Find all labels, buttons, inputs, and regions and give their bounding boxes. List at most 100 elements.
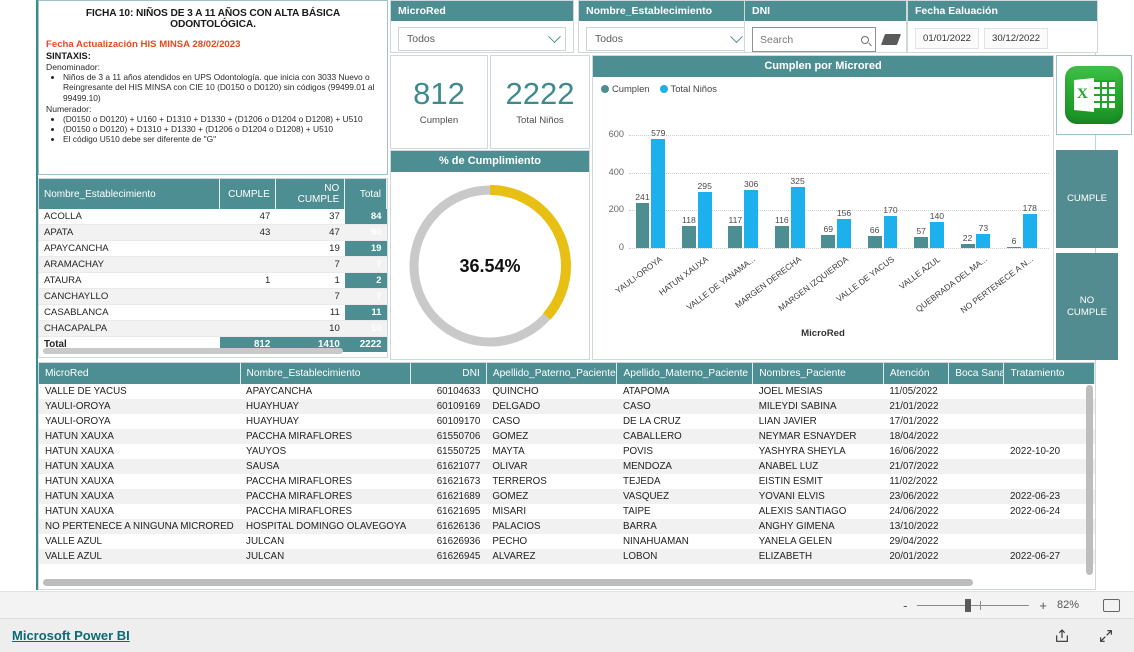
share-icon[interactable] xyxy=(1054,628,1070,644)
kpi-card-cumplen[interactable]: 812 Cumplen xyxy=(390,55,488,149)
column-header[interactable]: Nombres_Paciente xyxy=(752,363,884,384)
bar-total-niños[interactable] xyxy=(837,218,851,248)
zoom-out-button[interactable]: - xyxy=(903,598,907,613)
column-header[interactable]: Apellido_Paterno_Paciente xyxy=(486,363,618,384)
x-axis-tick-label: MARGEN DERECHA xyxy=(733,254,804,311)
table-row[interactable]: NO PERTENECE A NINGUNA MICRORED HOSPITAL … xyxy=(39,519,1095,534)
table-row[interactable]: VALLE AZUL JULCAN 61626945 ALVAREZ LOBON ELIZ… xyxy=(39,549,1095,564)
fullscreen-icon[interactable] xyxy=(1098,628,1114,644)
establecimiento-matrix[interactable]: Nombre_Establecimiento CUMPLE NO CUMPLE Tot… xyxy=(38,178,388,358)
column-header[interactable]: MicroRed xyxy=(39,363,241,384)
microred-dropdown[interactable]: Todos xyxy=(398,27,566,51)
table-row[interactable]: YAULI-OROYA HUAYHUAY 60109170 CASO DE LA CRU… xyxy=(39,414,1095,429)
zoom-slider[interactable] xyxy=(917,598,1030,612)
table-cell: 19 xyxy=(275,240,345,257)
table-cell: 16/06/2022 xyxy=(889,446,939,457)
column-header[interactable]: Nombre_Establecimiento xyxy=(240,363,412,384)
kpi-card-total-ninos[interactable]: 2222 Total Niños xyxy=(490,55,590,149)
table-row[interactable]: HATUN XAUXA PACCHA MIRAFLORES 61621695 MISA… xyxy=(39,504,1095,519)
bar-total-niños[interactable] xyxy=(1022,214,1037,248)
table-row[interactable]: HATUN XAUXA YAUYOS 61550725 MAYTA POVIS YASHY… xyxy=(39,444,1095,459)
filter-button-no-cumple[interactable]: NO CUMPLE xyxy=(1056,253,1118,360)
table-row[interactable]: CANCHAYLLO 7 7 xyxy=(39,288,387,305)
list-item: (D0150 o D0120) + U160 + D1310 + D1330 +… xyxy=(63,114,379,124)
bar-value-label: 579 xyxy=(651,127,666,138)
fecha-start-input[interactable]: 01/01/2022 xyxy=(915,28,980,49)
table-cell xyxy=(949,534,1004,549)
slicer-establecimiento-title: Nombre_Establecimiento xyxy=(579,1,755,21)
column-header[interactable]: Total xyxy=(344,179,387,209)
table-row[interactable]: ACOLLA 47 37 84 xyxy=(39,209,387,225)
bar-cumplen[interactable] xyxy=(821,235,836,248)
table-row[interactable]: CHACAPALPA 10 10 xyxy=(39,320,387,337)
dni-search-input[interactable]: Search xyxy=(752,27,876,52)
bar-total-niños[interactable] xyxy=(697,192,712,248)
establecimiento-dropdown[interactable]: Todos xyxy=(586,27,748,51)
table-row[interactable]: HATUN XAUXA PACCHA MIRAFLORES 61550706 GOME… xyxy=(39,429,1095,444)
column-header[interactable]: Nombre_Establecimiento xyxy=(39,179,221,209)
table-row[interactable]: APATA 43 47 90 xyxy=(39,224,387,241)
column-header[interactable]: NO CUMPLE xyxy=(275,179,346,209)
eraser-icon[interactable] xyxy=(880,34,902,45)
gridline xyxy=(629,172,1049,174)
table-row[interactable]: APAYCANCHA 19 19 xyxy=(39,240,387,257)
table-cell: 60109170 xyxy=(436,416,481,427)
bar-cumplen[interactable] xyxy=(728,225,743,248)
bar-cumplen[interactable] xyxy=(914,237,929,248)
slicer-microred[interactable]: MicroRed Todos xyxy=(390,0,574,53)
microred-value: Todos xyxy=(407,33,436,45)
table-cell: NINAHUAMAN xyxy=(622,536,689,547)
zoom-slider-thumb[interactable] xyxy=(965,598,972,612)
column-header[interactable]: Atención xyxy=(883,363,950,384)
bar-total-niños[interactable] xyxy=(883,215,898,248)
column-header[interactable]: CUMPLE xyxy=(219,179,276,209)
bar-chart-card[interactable]: Cumplen por Microred Cumplen Total Niños … xyxy=(592,55,1054,360)
table-row[interactable]: HATUN XAUXA SAUSA 61621077 OLIVAR MENDOZA ANA… xyxy=(39,459,1095,474)
table-row[interactable]: VALLE AZUL JULCAN 61626936 PECHO NINAHUAMAN Y… xyxy=(39,534,1095,549)
table-row[interactable]: HATUN XAUXA PACCHA MIRAFLORES 61621689 GOME… xyxy=(39,489,1095,504)
table-row[interactable]: CASABLANCA 11 11 xyxy=(39,304,387,321)
bar-value-label: 73 xyxy=(978,223,989,234)
bar-cumplen[interactable] xyxy=(867,235,882,248)
bar-total-niños[interactable] xyxy=(790,186,805,248)
legend-item[interactable]: Total Niños xyxy=(659,83,717,94)
zoom-in-button[interactable]: + xyxy=(1039,598,1047,613)
bar-cumplen[interactable] xyxy=(635,202,650,248)
bar-cumplen[interactable] xyxy=(774,226,789,248)
column-header[interactable]: Tratamiento xyxy=(1003,363,1095,384)
table-cell: 7 xyxy=(344,256,387,273)
bar-total-niños[interactable] xyxy=(976,234,991,248)
table-row[interactable]: HATUN XAUXA PACCHA MIRAFLORES 61621673 TERR… xyxy=(39,474,1095,489)
filter-button-cumple[interactable]: CUMPLE xyxy=(1056,150,1118,248)
matrix-horizontal-scrollbar[interactable] xyxy=(43,348,343,354)
donut-card[interactable]: % de Cumplimiento 36.54% xyxy=(390,150,590,360)
excel-export-button[interactable]: X xyxy=(1056,55,1132,135)
table-row[interactable]: VALLE DE YACUS APAYCANCHA 60104633 QUINCHO A… xyxy=(39,384,1095,399)
slicer-dni[interactable]: DNI Search xyxy=(744,0,907,53)
table-vertical-scrollbar[interactable] xyxy=(1086,385,1093,575)
legend-item[interactable]: Cumplen xyxy=(601,83,650,94)
power-bi-brand-link[interactable]: Microsoft Power BI xyxy=(12,628,130,643)
table-cell: 60104633 xyxy=(436,386,481,397)
fit-to-page-icon[interactable] xyxy=(1103,598,1120,612)
bar-total-niños[interactable] xyxy=(744,190,759,248)
donut-chart: 36.54% xyxy=(391,172,589,360)
table-horizontal-scrollbar[interactable] xyxy=(43,579,973,586)
column-header[interactable]: Boca Sana xyxy=(948,363,1005,384)
table-row[interactable]: ATAURA 1 1 2 xyxy=(39,272,387,289)
patient-data-table[interactable]: MicroRed Nombre_Establecimiento DNI Apellid… xyxy=(38,362,1096,590)
table-row[interactable]: ARAMACHAY 7 7 xyxy=(39,256,387,273)
column-header[interactable]: Apellido_Materno_Paciente xyxy=(616,363,754,384)
bar-total-niños[interactable] xyxy=(929,221,944,248)
table-row[interactable]: YAULI-OROYA HUAYHUAY 60109169 DELGADO CASO MI… xyxy=(39,399,1095,414)
bar-cumplen[interactable] xyxy=(1007,246,1021,248)
bar-cumplen[interactable] xyxy=(960,243,975,248)
slicer-fecha-evaluacion[interactable]: Fecha Ealuación 01/01/2022 30/12/2022 xyxy=(907,0,1098,53)
bar-total-niños[interactable] xyxy=(651,138,666,248)
slicer-establecimiento[interactable]: Nombre_Establecimiento Todos xyxy=(578,0,756,53)
bar-cumplen[interactable] xyxy=(681,225,696,248)
table-cell: TERREROS xyxy=(492,476,547,487)
fecha-end-input[interactable]: 30/12/2022 xyxy=(984,28,1049,49)
column-header[interactable]: DNI xyxy=(410,363,487,384)
report-canvas: FICHA 10: NIÑOS DE 3 A 11 AÑOS CON ALTA … xyxy=(36,0,1132,590)
